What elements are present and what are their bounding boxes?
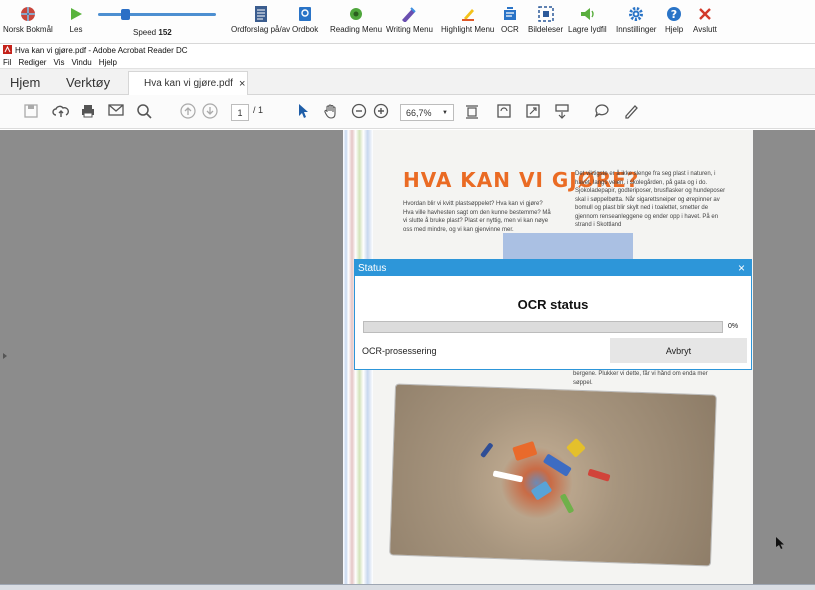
picture-reader-button[interactable]: Bildeleser bbox=[528, 4, 563, 34]
taskbar bbox=[0, 584, 815, 590]
language-button[interactable]: Norsk Bokmål bbox=[3, 4, 53, 34]
pen-icon[interactable] bbox=[623, 103, 639, 119]
help-icon: ? bbox=[666, 4, 682, 23]
speed-slider-handle[interactable] bbox=[121, 9, 131, 20]
tab-close-icon[interactable]: × bbox=[239, 78, 245, 90]
zoom-in-icon[interactable] bbox=[373, 103, 389, 119]
fit-page-icon[interactable] bbox=[465, 103, 479, 121]
word-prediction-label: Ordforslag på/av bbox=[231, 25, 291, 34]
word-prediction-button[interactable]: Ordforslag på/av bbox=[231, 4, 290, 34]
window-titlebar: Hva kan vi gjøre.pdf - Adobe Acrobat Rea… bbox=[0, 44, 815, 57]
hand-tool-icon[interactable] bbox=[323, 103, 339, 119]
plastic-debris-photo bbox=[390, 384, 716, 566]
search-icon[interactable] bbox=[136, 103, 152, 119]
ocr-icon bbox=[502, 4, 518, 23]
menu-file[interactable]: Fil bbox=[3, 58, 11, 67]
save-icon[interactable] bbox=[23, 103, 39, 119]
tab-bar: Hjem Verktøy Hva kan vi gjøre.pdf × bbox=[0, 69, 815, 95]
reading-menu-button[interactable]: Reading Menu bbox=[330, 4, 382, 34]
previous-page-icon[interactable] bbox=[180, 103, 196, 119]
menu-view[interactable]: Vis bbox=[53, 58, 64, 67]
zoom-out-icon[interactable] bbox=[351, 103, 367, 119]
tab-document-label: Hva kan vi gjøre.pdf bbox=[144, 78, 233, 89]
read-button[interactable]: Les bbox=[68, 4, 84, 34]
writing-menu-label: Writing Menu bbox=[386, 25, 433, 34]
speed-readout: Speed 152 bbox=[133, 28, 172, 37]
acrobat-logo-icon bbox=[3, 45, 12, 56]
side-panel-toggle[interactable] bbox=[3, 353, 7, 359]
zoom-select[interactable]: 66,7% ▼ bbox=[400, 104, 454, 121]
mouse-cursor-icon bbox=[776, 536, 784, 554]
dialog-titlebar: Status × bbox=[355, 260, 751, 276]
exit-label: Avslutt bbox=[693, 25, 717, 34]
speed-slider[interactable] bbox=[98, 13, 216, 16]
article-right-column-lower: bergene. Plukker vi dette, får vi hånd o… bbox=[573, 371, 708, 386]
full-screen-icon[interactable] bbox=[525, 103, 541, 119]
writing-menu-icon bbox=[400, 4, 418, 23]
save-audio-icon bbox=[579, 4, 595, 23]
picture-reader-label: Bildeleser bbox=[528, 25, 564, 34]
ocr-label: OCR bbox=[501, 25, 519, 34]
rotate-view-icon[interactable] bbox=[496, 103, 512, 119]
comment-icon[interactable] bbox=[594, 103, 610, 119]
dialog-title: Status bbox=[358, 262, 387, 274]
settings-button[interactable]: Innstillinger bbox=[616, 4, 656, 34]
tab-document[interactable]: Hva kan vi gjøre.pdf × bbox=[128, 71, 248, 95]
scroll-mode-icon[interactable] bbox=[554, 103, 570, 119]
play-icon bbox=[68, 4, 84, 23]
help-label: Hjelp bbox=[665, 25, 684, 34]
settings-label: Innstillinger bbox=[616, 25, 657, 34]
help-button[interactable]: ? Hjelp bbox=[665, 4, 683, 34]
dialog-close-icon[interactable]: × bbox=[738, 261, 745, 275]
select-cursor-icon[interactable] bbox=[297, 103, 309, 119]
gear-icon bbox=[628, 4, 644, 23]
abort-button[interactable]: Avbryt bbox=[610, 338, 747, 363]
read-label: Les bbox=[69, 25, 83, 34]
reading-menu-label: Reading Menu bbox=[330, 25, 383, 34]
dictionary-button[interactable]: Ordbok bbox=[292, 4, 318, 34]
highlight-menu-button[interactable]: Highlight Menu bbox=[441, 4, 494, 34]
article-right-column: Det viktigste er å ikke slenge fra seg p… bbox=[575, 171, 726, 228]
ocr-progress-bar bbox=[363, 321, 723, 333]
cloud-upload-icon[interactable] bbox=[52, 103, 70, 119]
email-icon[interactable] bbox=[108, 103, 124, 117]
picture-reader-icon bbox=[537, 4, 554, 23]
highlighter-icon bbox=[460, 4, 476, 23]
menubar: Fil Rediger Vis Vindu Hjelp bbox=[0, 57, 815, 69]
svg-text:?: ? bbox=[671, 8, 677, 21]
page-total: / 1 bbox=[253, 105, 264, 115]
window-title: Hva kan vi gjøre.pdf - Adobe Acrobat Rea… bbox=[15, 46, 188, 55]
chevron-down-icon: ▼ bbox=[442, 109, 448, 116]
menu-help[interactable]: Hjelp bbox=[99, 58, 117, 67]
save-audio-button[interactable]: Lagre lydfil bbox=[568, 4, 607, 34]
dictionary-icon bbox=[298, 4, 312, 23]
writing-menu-button[interactable]: Writing Menu bbox=[386, 4, 433, 34]
reading-toolbar: Norsk Bokmål Les Speed 152 Ordforslag på… bbox=[0, 0, 815, 44]
reading-menu-icon bbox=[348, 4, 364, 23]
document-viewer[interactable]: HVA KAN VI GJØRE? Hvordan blir vi kvitt … bbox=[0, 130, 815, 590]
article-left-column: Hvordan blir vi kvitt plastsøppelet? Hva… bbox=[403, 201, 551, 233]
document-icon bbox=[254, 4, 268, 23]
print-icon[interactable] bbox=[80, 103, 96, 119]
globe-flag-icon bbox=[19, 4, 37, 23]
close-icon bbox=[698, 4, 712, 23]
document-toolbar: 1 / 1 66,7% ▼ bbox=[0, 95, 815, 129]
exit-button[interactable]: Avslutt bbox=[693, 4, 717, 34]
ocr-status-text: OCR-prosessering bbox=[362, 346, 437, 356]
menu-edit[interactable]: Rediger bbox=[18, 58, 46, 67]
progress-percent: 0% bbox=[728, 323, 739, 330]
tab-tools[interactable]: Verktøy bbox=[66, 75, 110, 90]
zoom-value: 66,7% bbox=[406, 107, 432, 118]
menu-window[interactable]: Vindu bbox=[71, 58, 91, 67]
save-audio-label: Lagre lydfil bbox=[568, 25, 607, 34]
next-page-icon[interactable] bbox=[202, 103, 218, 119]
page-number-input[interactable]: 1 bbox=[231, 104, 249, 121]
highlight-menu-label: Highlight Menu bbox=[441, 25, 495, 34]
ocr-button[interactable]: OCR bbox=[501, 4, 519, 34]
tab-home[interactable]: Hjem bbox=[10, 75, 40, 90]
ocr-status-heading: OCR status bbox=[517, 297, 589, 312]
dictionary-label: Ordbok bbox=[292, 25, 319, 34]
ocr-status-dialog: Status × OCR status 0% OCR-prosessering … bbox=[354, 259, 752, 370]
language-label: Norsk Bokmål bbox=[3, 25, 53, 34]
